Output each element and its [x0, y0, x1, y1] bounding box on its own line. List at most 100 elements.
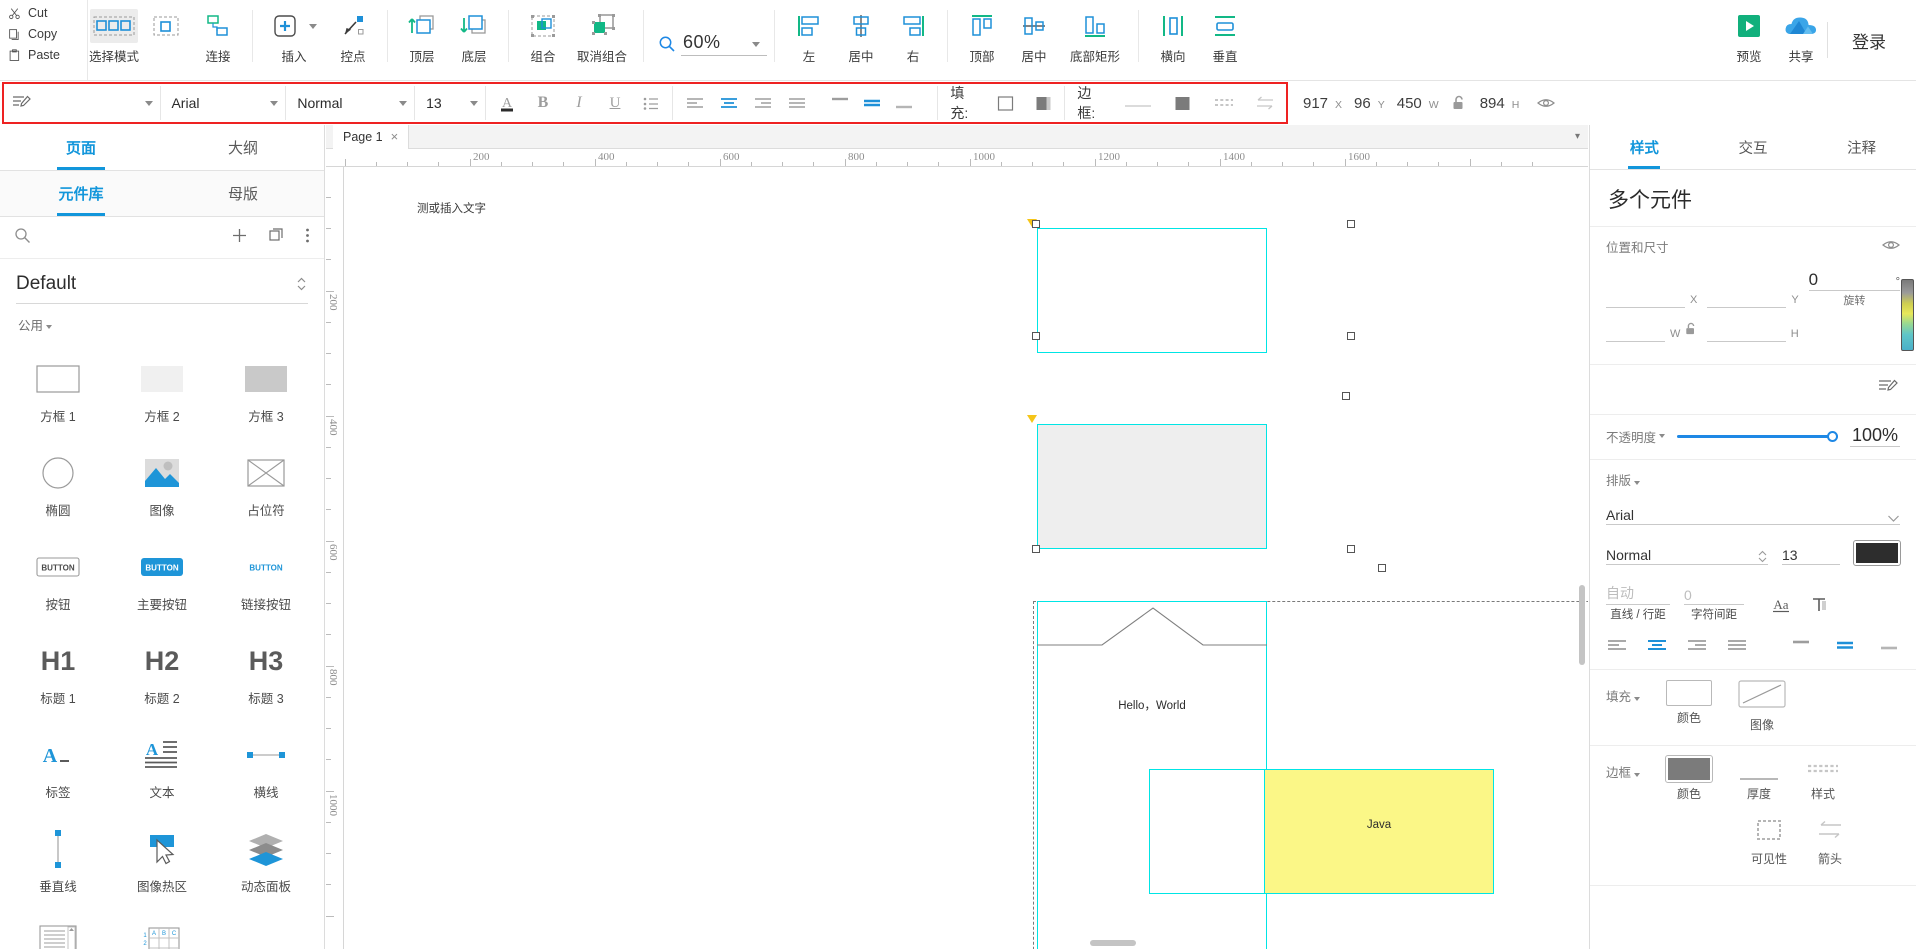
widget-category[interactable]: 公用	[0, 304, 324, 340]
fill-gradient-icon[interactable]	[1030, 89, 1057, 118]
chevron-down-icon[interactable]	[1634, 773, 1641, 777]
canvas-text-hello[interactable]: Hello，World	[1037, 697, 1267, 713]
selection-handle[interactable]	[1347, 220, 1355, 228]
align-justify-icon[interactable]	[1726, 638, 1748, 657]
tab-notes[interactable]: 注释	[1807, 125, 1916, 169]
unlock-icon[interactable]	[1445, 89, 1474, 118]
widget-text[interactable]: A 文本	[110, 720, 214, 814]
widget-placeholder[interactable]: 占位符	[214, 438, 318, 532]
distribute-horizontal-button[interactable]: 横向	[1147, 0, 1199, 72]
w-field[interactable]	[1606, 320, 1665, 342]
chevron-down-icon[interactable]	[1634, 481, 1641, 485]
font-size-selector[interactable]: 13	[415, 84, 484, 122]
border-style-icon[interactable]	[1210, 89, 1237, 118]
insert-chevron-down-icon[interactable]	[308, 23, 317, 29]
plus-icon[interactable]	[231, 227, 248, 249]
canvas-vertical-scrollbar[interactable]	[1577, 585, 1586, 665]
coord-x[interactable]: 917 X	[1297, 95, 1348, 112]
text-style-icon[interactable]	[1876, 377, 1900, 402]
send-to-back-button[interactable]: 底层	[448, 0, 500, 72]
valign-top-icon[interactable]	[825, 89, 854, 118]
eye-icon[interactable]	[1882, 238, 1900, 255]
h-field[interactable]	[1707, 320, 1786, 342]
coord-y[interactable]: 96 Y	[1348, 95, 1391, 112]
cut-button[interactable]: Cut	[8, 6, 87, 20]
font-weight-select[interactable]: Normal	[1606, 543, 1768, 565]
canvas-note-text[interactable]: 测或插入文字	[417, 200, 486, 216]
font-color-icon[interactable]: A	[492, 89, 521, 118]
selection-handle[interactable]	[1032, 220, 1040, 228]
coord-h[interactable]: 894 H	[1474, 95, 1526, 112]
italic-icon[interactable]: I	[564, 89, 593, 118]
underline-icon[interactable]: U	[600, 89, 629, 118]
chevron-down-icon[interactable]	[399, 100, 408, 106]
canvas-text-java[interactable]: Java	[1264, 819, 1494, 831]
valign-middle-icon[interactable]	[1834, 638, 1856, 657]
selection-handle[interactable]	[1347, 332, 1355, 340]
color-gradient-strip[interactable]	[1901, 279, 1914, 351]
zoom-control[interactable]: 60%	[652, 0, 767, 72]
canvas-shape-rect2[interactable]	[1037, 424, 1267, 549]
align-left-icon[interactable]	[680, 89, 709, 118]
select-mode-button[interactable]: 选择模式	[88, 0, 140, 72]
chevron-down-icon[interactable]	[469, 100, 478, 106]
y-field[interactable]	[1707, 286, 1787, 308]
insert-button[interactable]: 插入	[261, 0, 327, 72]
font-family-selector[interactable]: Arial	[160, 84, 285, 122]
eye-icon[interactable]	[1531, 89, 1560, 118]
tab-widget-library[interactable]: 元件库	[0, 171, 162, 216]
selection-handle[interactable]	[1032, 545, 1040, 553]
selection-handle[interactable]	[1342, 392, 1350, 400]
paste-button[interactable]: Paste	[8, 48, 87, 62]
tab-overflow-chevron-icon[interactable]: ▾	[1575, 131, 1580, 142]
arrow-style-option[interactable]: 箭头	[1813, 818, 1847, 867]
border-width-option[interactable]: 厚度	[1738, 756, 1780, 802]
fill-image-option[interactable]: 图像	[1738, 680, 1786, 733]
align-bottom-button[interactable]: 底部矩形	[1060, 0, 1130, 72]
widget-image-hotspot[interactable]: 图像热区	[110, 814, 214, 908]
widget-box1[interactable]: 方框 1	[6, 344, 110, 438]
fill-color-option[interactable]: 颜色	[1666, 680, 1713, 726]
share-button[interactable]: 共享	[1775, 0, 1827, 72]
widget-image[interactable]: 图像	[110, 438, 214, 532]
widget-link-button[interactable]: BUTTON 链接按钮	[214, 532, 318, 626]
tab-outline[interactable]: 大纲	[162, 125, 324, 170]
rotation-value[interactable]: 0	[1809, 270, 1818, 290]
widget-ellipse[interactable]: 椭圆	[6, 438, 110, 532]
preview-button[interactable]: 预览	[1723, 0, 1775, 72]
tab-style[interactable]: 样式	[1590, 125, 1699, 169]
text-case-icon[interactable]: Aa	[1770, 595, 1794, 620]
opacity-value[interactable]: 100%	[1849, 425, 1900, 447]
widget-heading1[interactable]: H1 标题 1	[6, 626, 110, 720]
align-right-button[interactable]: 右	[887, 0, 939, 72]
tab-interactions[interactable]: 交互	[1699, 125, 1808, 169]
align-left-icon[interactable]	[1606, 638, 1628, 657]
canvas-shape-rect1[interactable]	[1037, 228, 1267, 353]
close-icon[interactable]: ×	[391, 129, 399, 144]
widget-label-element[interactable]: A 标签	[6, 720, 110, 814]
widget-heading3[interactable]: H3 标题 3	[214, 626, 318, 720]
copy-button[interactable]: Copy	[8, 27, 87, 41]
widget-box3[interactable]: 方框 3	[214, 344, 318, 438]
login-button[interactable]: 登录	[1828, 0, 1916, 81]
valign-bottom-icon[interactable]	[1878, 638, 1900, 657]
selection-handle[interactable]	[1378, 564, 1386, 572]
bold-icon[interactable]: B	[528, 89, 557, 118]
font-size-input[interactable]: 13	[1782, 543, 1840, 565]
align-center-h-button[interactable]: 居中	[835, 0, 887, 72]
widget-heading2[interactable]: H2 标题 2	[110, 626, 214, 720]
align-top-button[interactable]: 顶部	[956, 0, 1008, 72]
widget-box2[interactable]: 方框 2	[110, 344, 214, 438]
marquee-button[interactable]	[140, 0, 192, 72]
opacity-slider[interactable]	[1677, 428, 1838, 444]
zoom-chevron-down-icon[interactable]	[752, 41, 760, 47]
chevron-down-icon[interactable]	[1634, 697, 1641, 701]
align-center-icon[interactable]	[714, 89, 743, 118]
scrollbar-thumb[interactable]	[1090, 940, 1136, 946]
text-shadow-icon[interactable]	[1810, 595, 1830, 620]
widget-vertical-line[interactable]: 垂直线	[6, 814, 110, 908]
rotation-marker-icon[interactable]	[1027, 415, 1037, 423]
align-right-icon[interactable]	[1686, 638, 1708, 657]
border-thickness-icon[interactable]	[1121, 89, 1155, 118]
align-center-icon[interactable]	[1646, 638, 1668, 657]
